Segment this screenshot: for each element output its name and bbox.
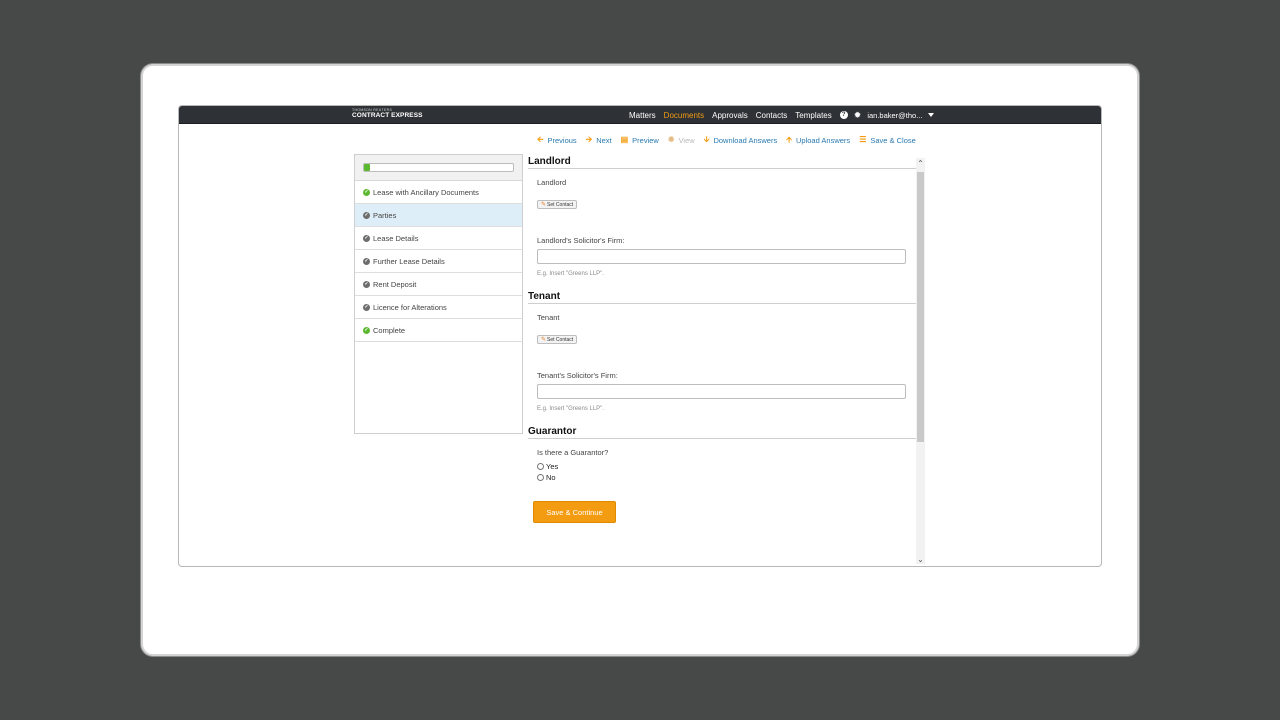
download-answers-button[interactable]: 🡫 Download Answers — [704, 136, 778, 145]
user-menu[interactable]: ian.baker@tho... — [867, 111, 922, 120]
cog-icon: ✹ — [667, 135, 675, 144]
arrow-right-icon: 🡪 — [585, 135, 593, 144]
save-continue-button[interactable]: Save & Continue — [533, 501, 616, 523]
step-label: Further Lease Details — [373, 256, 445, 266]
arrow-up-icon: 🡩 — [786, 135, 792, 144]
document-icon: ▤ — [620, 135, 629, 144]
preview-label: Preview — [632, 135, 659, 145]
radio-button[interactable] — [537, 474, 544, 481]
wizard-step-sidebar: ✓ Lease with Ancillary Documents ✓ Parties ✓… — [354, 154, 523, 434]
tenant-firm-label: Tenant's Solicitor's Firm: — [537, 371, 618, 380]
save-close-button[interactable]: ☰ Save & Close — [859, 136, 916, 145]
sidebar-step-lease-details[interactable]: ✓ Lease Details — [355, 227, 522, 250]
nav-contacts[interactable]: Contacts — [756, 111, 788, 120]
step-list: ✓ Lease with Ancillary Documents ✓ Parties ✓… — [355, 181, 522, 342]
guarantor-option-yes[interactable]: Yes — [537, 462, 916, 471]
step-label: Licence for Alterations — [373, 302, 447, 312]
view-button[interactable]: ✹ View — [668, 136, 695, 145]
check-circle-icon: ✓ — [363, 326, 370, 334]
option-label: Yes — [546, 462, 559, 471]
sidebar-step-complete[interactable]: ✓ Complete — [355, 319, 522, 342]
previous-button[interactable]: 🡨 Previous — [537, 136, 577, 145]
nav-approvals[interactable]: Approvals — [712, 111, 748, 120]
preview-button[interactable]: ▤ Preview — [621, 136, 659, 145]
brand-logo[interactable]: THOMSON REUTERS CONTRACT EXPRESS — [352, 108, 423, 120]
save-close-label: Save & Close — [870, 135, 916, 145]
next-button[interactable]: 🡪 Next — [586, 136, 612, 145]
progress-panel — [355, 155, 522, 181]
content-scrollbar[interactable]: ⌃ ⌄ — [916, 158, 925, 564]
step-label: Lease with Ancillary Documents — [373, 187, 479, 197]
previous-label: Previous — [547, 135, 577, 145]
landlord-set-contact-button[interactable]: ✎ Set Contact — [537, 200, 578, 209]
section-title-landlord: Landlord — [528, 154, 916, 169]
step-label: Rent Deposit — [373, 279, 417, 289]
nav-matters[interactable]: Matters — [629, 111, 656, 120]
help-icon[interactable]: ? — [839, 111, 848, 119]
scroll-thumb[interactable] — [917, 172, 924, 442]
tenant-label: Tenant — [537, 313, 560, 322]
tenant-firm-input[interactable] — [537, 384, 906, 399]
top-navigation-bar: THOMSON REUTERS CONTRACT EXPRESS Matters… — [179, 106, 1101, 124]
main-nav: Matters Documents Approvals Contacts Tem… — [629, 106, 935, 124]
arrow-left-icon: 🡨 — [537, 135, 544, 144]
brand-name: CONTRACT EXPRESS — [352, 112, 423, 119]
check-circle-icon: ✓ — [363, 188, 370, 196]
chevron-down-icon[interactable] — [928, 113, 935, 117]
set-contact-label: Set Contact — [547, 336, 574, 343]
sidebar-step-further-lease-details[interactable]: ✓ Further Lease Details — [355, 250, 522, 273]
next-label: Next — [596, 135, 612, 145]
section-title-guarantor: Guarantor — [528, 424, 916, 439]
wizard-toolbar: 🡨 Previous 🡪 Next ▤ Preview ✹ View 🡫 Dow… — [537, 134, 925, 146]
set-contact-label: Set Contact — [547, 201, 574, 208]
guarantor-option-no[interactable]: No — [537, 473, 916, 482]
option-label: No — [546, 473, 556, 482]
check-circle-icon: ✓ — [363, 280, 370, 288]
nav-templates[interactable]: Templates — [795, 111, 831, 120]
progress-bar — [363, 163, 514, 172]
check-circle-icon: ✓ — [363, 211, 370, 219]
upload-answers-button[interactable]: 🡩 Upload Answers — [786, 136, 850, 145]
pencil-icon: ✎ — [541, 337, 547, 343]
scroll-up-icon[interactable]: ⌃ — [916, 158, 925, 168]
landlord-firm-input[interactable] — [537, 249, 906, 264]
save-stack-icon: ☰ — [859, 135, 867, 144]
nav-documents[interactable]: Documents — [664, 111, 704, 120]
scroll-down-icon[interactable]: ⌄ — [916, 554, 925, 564]
view-label: View — [678, 135, 695, 145]
check-circle-icon: ✓ — [363, 257, 370, 265]
sidebar-step-lease-with-ancillary-documents[interactable]: ✓ Lease with Ancillary Documents — [355, 181, 522, 204]
sidebar-step-rent-deposit[interactable]: ✓ Rent Deposit — [355, 273, 522, 296]
download-label: Download Answers — [713, 135, 778, 145]
check-circle-icon: ✓ — [363, 303, 370, 311]
sidebar-step-licence-for-alterations[interactable]: ✓ Licence for Alterations — [355, 296, 522, 319]
progress-fill — [364, 164, 370, 171]
sidebar-step-parties[interactable]: ✓ Parties — [355, 204, 522, 227]
step-label: Lease Details — [373, 233, 419, 243]
step-label: Complete — [373, 325, 406, 335]
landlord-firm-label: Landlord's Solicitor's Firm: — [537, 236, 625, 245]
section-title-tenant: Tenant — [528, 289, 916, 304]
landlord-label: Landlord — [537, 178, 567, 187]
step-label: Parties — [373, 210, 397, 220]
upload-label: Upload Answers — [795, 135, 851, 145]
radio-button[interactable] — [537, 463, 544, 470]
app-window: THOMSON REUTERS CONTRACT EXPRESS Matters… — [178, 105, 1102, 567]
arrow-down-icon: 🡫 — [703, 135, 710, 144]
gear-icon[interactable]: ✹ — [854, 111, 862, 120]
check-circle-icon: ✓ — [363, 234, 370, 242]
guarantor-question: Is there a Guarantor? — [537, 448, 609, 457]
pencil-icon: ✎ — [541, 202, 547, 208]
tenant-set-contact-button[interactable]: ✎ Set Contact — [537, 335, 578, 344]
